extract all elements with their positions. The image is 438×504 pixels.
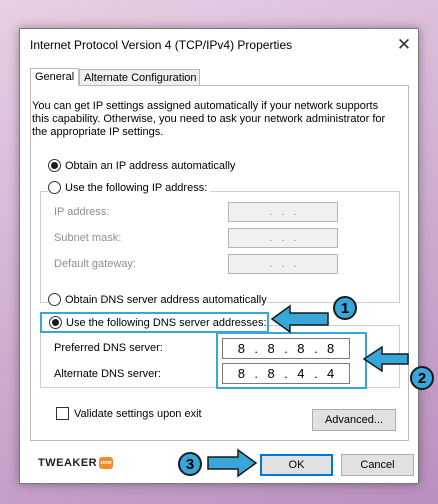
radio-unselected-icon [48,293,61,306]
tweaker-zone-logo: TWEAKER zone [38,457,114,469]
logo-badge-text: zone [100,460,112,466]
preferred-dns-octet-1: 8 [237,341,245,356]
alternate-dns-field[interactable]: 8. 8. 4. 4 [222,363,350,384]
preferred-dns-octet-4: 8 [327,341,335,356]
default-gateway-label: Default gateway: [54,258,136,270]
logo-text: TWEAKER [38,457,98,469]
default-gateway-field[interactable]: . . . [228,254,338,274]
use-following-dns-label: Use the following DNS server addresses: [66,316,267,329]
ok-button[interactable]: OK [260,454,333,476]
checkbox-unchecked-icon [56,407,69,420]
subnet-mask-field[interactable]: . . . [228,228,338,248]
close-button[interactable]: ✕ [390,31,418,57]
callout-2: 2 [410,366,434,390]
obtain-dns-auto-label: Obtain DNS server address automatically [65,293,267,306]
ip-address-field[interactable]: . . . [228,202,338,222]
alternate-dns-octet-4: 4 [327,366,335,381]
alternate-dns-octet-1: 8 [237,366,245,381]
ip-address-value: . . . [269,206,297,218]
subnet-mask-value: . . . [269,232,297,244]
use-following-dns-radio[interactable]: Use the following DNS server addresses: [40,312,269,333]
use-following-ip-radio[interactable]: Use the following IP address: [48,181,211,194]
validate-settings-checkbox[interactable]: Validate settings upon exit [56,407,202,420]
dialog-title: Internet Protocol Version 4 (TCP/IPv4) P… [30,38,293,52]
ip-address-label: IP address: [54,206,110,218]
tab-alternate-configuration[interactable]: Alternate Configuration [79,69,200,86]
radio-unselected-icon [48,181,61,194]
preferred-dns-octet-3: 8 [297,341,305,356]
use-following-ip-label: Use the following IP address: [65,181,208,194]
preferred-dns-octet-2: 8 [267,341,275,356]
validate-settings-label: Validate settings upon exit [74,407,202,420]
alternate-dns-octet-3: 4 [297,366,305,381]
cancel-button[interactable]: Cancel [341,454,414,476]
tab-general[interactable]: General [30,68,79,86]
alternate-dns-label: Alternate DNS server: [54,368,161,380]
intro-text: You can get IP settings assigned automat… [32,100,386,138]
radio-selected-icon [48,159,61,172]
properties-dialog: Internet Protocol Version 4 (TCP/IPv4) P… [19,28,419,484]
default-gateway-value: . . . [269,258,297,270]
callout-3: 3 [178,452,202,476]
subnet-mask-label: Subnet mask: [54,232,122,244]
logo-badge: zone [99,457,114,469]
obtain-dns-auto-radio[interactable]: Obtain DNS server address automatically [48,293,267,306]
obtain-ip-auto-radio[interactable]: Obtain an IP address automatically [48,159,236,172]
alternate-dns-octet-2: 8 [267,366,275,381]
close-icon: ✕ [396,34,412,54]
preferred-dns-label: Preferred DNS server: [54,342,163,354]
advanced-button[interactable]: Advanced... [312,409,396,431]
preferred-dns-field[interactable]: 8. 8. 8. 8 [222,338,350,359]
callout-1: 1 [333,296,357,320]
obtain-ip-auto-label: Obtain an IP address automatically [65,159,236,172]
radio-selected-icon [49,316,62,329]
